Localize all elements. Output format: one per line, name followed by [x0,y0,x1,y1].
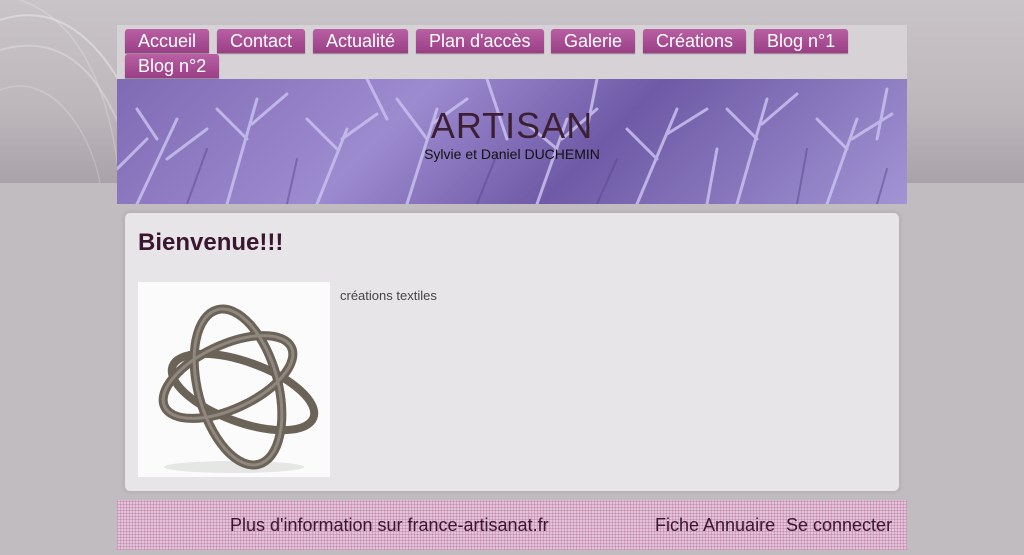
main-navigation: Accueil Contact Actualité Plan d'accès G… [117,25,907,79]
artwork-photo[interactable] [138,282,330,477]
nav-item-actualite[interactable]: Actualité [313,29,409,53]
photo-caption: créations textiles [340,288,437,303]
nav-item-blog-1[interactable]: Blog n°1 [754,29,849,53]
site-title: ARTISAN [430,105,594,146]
nav-item-galerie[interactable]: Galerie [551,29,636,53]
nav-item-creations[interactable]: Créations [643,29,747,53]
france-artisanat-link[interactable]: Plus d'information sur france-artisanat.… [230,515,549,536]
fiche-annuaire-link[interactable]: Fiche Annuaire [655,515,775,536]
page-title: Bienvenue!!! [138,229,284,256]
site-footer: Plus d'information sur france-artisanat.… [117,500,907,550]
header-banner: ARTISAN [117,79,907,204]
nav-item-accueil[interactable]: Accueil [125,29,210,53]
nav-item-contact[interactable]: Contact [217,29,306,53]
nav-item-blog-2[interactable]: Blog n°2 [125,54,220,78]
site-subtitle: Sylvie et Daniel DUCHEMIN [424,146,600,162]
nav-item-plan-acces[interactable]: Plan d'accès [416,29,544,53]
main-content-panel: Bienvenue!!! créations textiles [125,213,899,491]
login-link[interactable]: Se connecter [786,515,892,536]
site-container: Accueil Contact Actualité Plan d'accès G… [117,25,907,550]
